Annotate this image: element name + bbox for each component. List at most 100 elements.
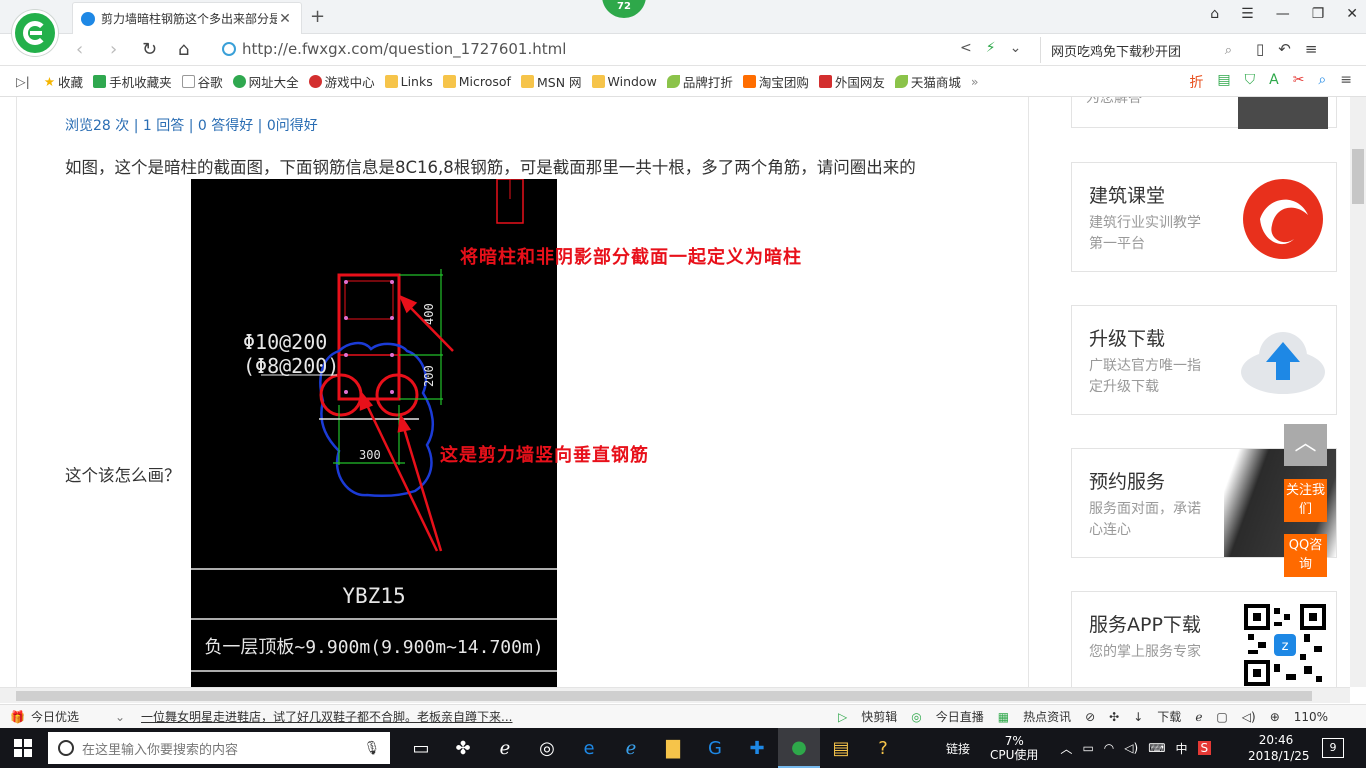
g-app-icon[interactable]: G: [694, 728, 736, 768]
browser-taskbar-icon[interactable]: ●: [778, 728, 820, 768]
scroll-thumb[interactable]: [1352, 149, 1364, 204]
menu-icon[interactable]: ☰: [1241, 6, 1254, 22]
menu-lines-icon[interactable]: ≡: [1340, 72, 1352, 92]
close-tab-icon[interactable]: ✕: [277, 11, 293, 27]
bookmark-item[interactable]: 谷歌: [181, 72, 223, 91]
url-text[interactable]: http://e.fwxgx.com/question_1727601.html: [242, 40, 566, 58]
plus-app-icon[interactable]: ✚: [736, 728, 778, 768]
horizontal-scrollbar[interactable]: [0, 687, 1350, 703]
microphone-icon[interactable]: 🎙: [363, 741, 380, 756]
notes-icon[interactable]: ▤: [820, 728, 862, 768]
pinwheel-icon[interactable]: ✤: [442, 728, 484, 768]
magnifier-icon[interactable]: ⌕: [1318, 72, 1326, 92]
address-bar[interactable]: http://e.fwxgx.com/question_1727601.html: [222, 40, 566, 58]
reload-icon[interactable]: ↻: [142, 39, 157, 60]
status-item[interactable]: 热点资讯: [1023, 708, 1071, 725]
volume-icon[interactable]: ◁): [1242, 710, 1256, 724]
search-text[interactable]: 网页吃鸡免下载秒开团: [1051, 41, 1181, 60]
notification-badge[interactable]: 72: [602, 0, 646, 18]
question-stats[interactable]: 浏览28 次 | 1 回答 | 0 答得好 | 0问得好: [65, 115, 318, 135]
search-box[interactable]: 网页吃鸡免下载秒开团 ⌕: [1040, 37, 1240, 63]
shield-icon[interactable]: ⛉: [1245, 72, 1256, 92]
lightning-icon[interactable]: ⚡: [986, 40, 996, 56]
sidebar-card-course[interactable]: 建筑课堂 建筑行业实训教学第一平台: [1071, 162, 1337, 272]
clock[interactable]: 20:46 2018/1/25: [1248, 732, 1310, 764]
edge-e-icon[interactable]: ℯ: [484, 728, 526, 768]
back-to-top-button[interactable]: ︿: [1284, 424, 1327, 466]
forward-icon[interactable]: ›: [110, 39, 117, 60]
bookmark-item[interactable]: 品牌打折: [666, 72, 733, 91]
bookmark-item[interactable]: Microsof: [442, 74, 511, 89]
book-icon[interactable]: ▤: [1217, 72, 1230, 92]
zoom-icon[interactable]: ⊕: [1270, 710, 1280, 724]
status-item[interactable]: 快剪辑: [861, 708, 897, 725]
bookmark-item[interactable]: 淘宝团购: [742, 72, 809, 91]
bookmark-item[interactable]: MSN 网: [520, 72, 582, 91]
volume-icon[interactable]: ◁): [1124, 741, 1138, 755]
qq-consult-button[interactable]: QQ咨询: [1284, 534, 1327, 577]
translate-icon[interactable]: A: [1269, 72, 1279, 92]
task-view-icon[interactable]: ▭: [400, 728, 442, 768]
back-icon[interactable]: ‹: [76, 39, 83, 60]
more-icon[interactable]: ≡: [1305, 40, 1318, 58]
speed-icon[interactable]: ⊘: [1085, 710, 1095, 724]
status-item[interactable]: 下载: [1157, 708, 1181, 725]
edge-icon[interactable]: e: [568, 728, 610, 768]
bookmark-item[interactable]: 外国网友: [818, 72, 885, 91]
bookmark-item[interactable]: 游戏中心: [308, 72, 375, 91]
minimize-button[interactable]: —: [1276, 6, 1290, 22]
scroll-thumb[interactable]: [16, 691, 1312, 701]
help-icon[interactable]: ?: [862, 728, 904, 768]
window-icon[interactable]: ▢: [1216, 710, 1227, 724]
action-center-icon[interactable]: 9: [1322, 738, 1344, 758]
battery-icon[interactable]: ▭: [1082, 741, 1093, 755]
browser-logo-icon[interactable]: [12, 10, 58, 56]
follow-us-button[interactable]: 关注我们: [1284, 479, 1327, 522]
sidebar-card-app[interactable]: 服务APP下载 您的掌上服务专家 z: [1071, 591, 1337, 687]
cpu-meter[interactable]: 7% CPU使用: [990, 734, 1038, 762]
sidebar-card-download[interactable]: 升级下载 广联达官方唯一指定升级下载: [1071, 305, 1337, 415]
chevron-down-icon[interactable]: ⌄: [1010, 40, 1022, 56]
status-item[interactable]: 今日直播: [936, 708, 984, 725]
spiral-icon[interactable]: ◎: [526, 728, 568, 768]
scissors-icon[interactable]: ✂: [1293, 72, 1305, 92]
sidebar-toggle-icon[interactable]: ▷|: [16, 74, 30, 89]
file-explorer-icon[interactable]: ▇: [652, 728, 694, 768]
today-picks[interactable]: 今日优选: [31, 708, 79, 725]
ime-indicator[interactable]: 中: [1176, 740, 1188, 757]
ie-mode-icon[interactable]: ℯ: [1195, 710, 1202, 724]
chevron-up-icon[interactable]: ︿: [1060, 740, 1072, 757]
sidebar-card-top[interactable]: 为您解答: [1071, 97, 1337, 129]
new-tab-button[interactable]: +: [310, 6, 325, 27]
sogou-icon[interactable]: S: [1197, 741, 1212, 755]
tray-link[interactable]: 链接: [946, 740, 970, 757]
pin-icon[interactable]: ✣: [1109, 710, 1119, 724]
discount-icon[interactable]: 折: [1189, 72, 1203, 92]
windows-start-icon[interactable]: [14, 739, 32, 757]
more-bookmarks-icon[interactable]: »: [971, 74, 979, 89]
search-icon[interactable]: ⌕: [1225, 43, 1232, 58]
vertical-scrollbar[interactable]: [1350, 97, 1366, 687]
wifi-icon[interactable]: ◠: [1104, 741, 1114, 755]
bookmark-item[interactable]: 天猫商城: [894, 72, 961, 91]
phone-icon[interactable]: ▯: [1256, 40, 1264, 58]
bookmark-item[interactable]: ★ 收藏: [44, 72, 83, 91]
undo-icon[interactable]: ↶: [1278, 40, 1291, 58]
restore-button[interactable]: ❐: [1312, 6, 1325, 22]
news-ticker-link[interactable]: 一位舞女明星走进鞋店，试了好几双鞋子都不合脚。老板亲自蹲下来...: [141, 708, 512, 725]
bookmark-item[interactable]: Window: [591, 74, 657, 89]
ie-icon[interactable]: ℯ: [610, 728, 652, 768]
home-icon[interactable]: ⌂: [178, 39, 189, 60]
bookmark-item[interactable]: 手机收藏夹: [93, 72, 172, 91]
taskbar-search[interactable]: 在这里输入你要搜索的内容 🎙: [48, 732, 390, 764]
zoom-level[interactable]: 110%: [1294, 710, 1328, 724]
bookmark-item[interactable]: Links: [384, 74, 433, 89]
keyboard-icon[interactable]: ⌨: [1148, 741, 1165, 755]
chevron-down-icon[interactable]: ⌄: [115, 710, 125, 724]
taskbar-search-placeholder[interactable]: 在这里输入你要搜索的内容: [82, 739, 238, 758]
share-icon[interactable]: <: [960, 40, 972, 56]
close-window-button[interactable]: ✕: [1346, 6, 1358, 22]
bookmark-item[interactable]: 网址大全: [232, 72, 299, 91]
browser-tab[interactable]: 剪力墙暗柱钢筋这个多出来部分是 ✕: [72, 2, 302, 34]
shirt-icon[interactable]: ⌂: [1210, 6, 1219, 22]
